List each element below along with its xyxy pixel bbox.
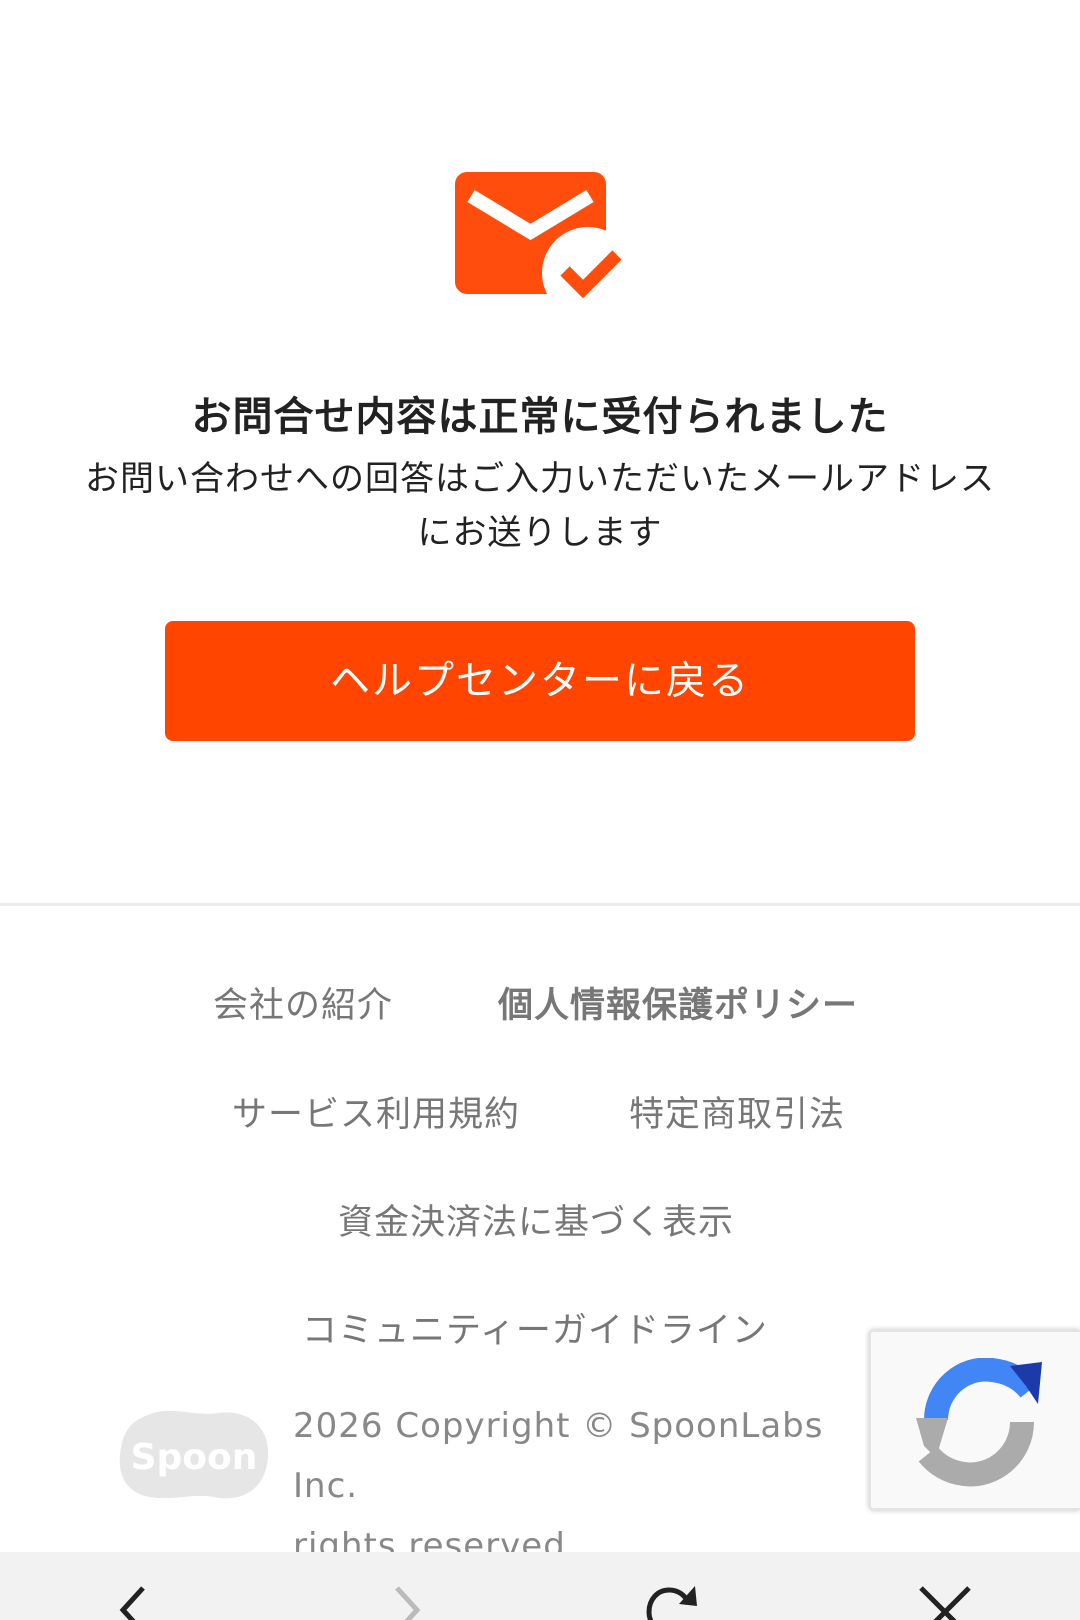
description-line-2: にお送りします [417, 513, 663, 553]
footer-link-terms-of-service[interactable]: サービス利用規約 [232, 1090, 520, 1140]
copyright-text: 2026 Copyright © SpoonLabs Inc. rights r… [293, 1396, 893, 1576]
confirmation-title: お問合せ内容は正常に受付られました [191, 394, 889, 440]
mail-check-icon [455, 172, 630, 314]
spoon-logo-text: Spoon [131, 1437, 258, 1478]
recaptcha-icon [916, 1358, 1042, 1487]
forward-arrow-icon[interactable] [375, 1582, 435, 1620]
footer-link-commercial-transactions[interactable]: 特定商取引法 [629, 1090, 845, 1140]
footer-link-payment-services-act[interactable]: 資金決済法に基づく表示 [338, 1198, 734, 1248]
footer-link-company[interactable]: 会社の紹介 [213, 981, 393, 1031]
footer-link-community-guidelines[interactable]: コミュニティーガイドライン [302, 1306, 768, 1356]
back-to-help-center-button[interactable]: ヘルプセンターに戻る [165, 621, 915, 741]
recaptcha-badge[interactable] [869, 1330, 1080, 1510]
section-divider [0, 903, 1080, 906]
footer-link-privacy-policy[interactable]: 個人情報保護ポリシー [498, 981, 858, 1031]
confirmation-description: お問い合わせへの回答はご入力いただいたメールアドレス にお送りします [60, 452, 1020, 560]
description-line-1: お問い合わせへの回答はご入力いただいたメールアドレス [85, 459, 995, 499]
back-arrow-icon[interactable] [105, 1582, 165, 1620]
browser-toolbar [0, 1552, 1080, 1620]
close-icon[interactable] [915, 1582, 975, 1620]
copyright-line-1: 2026 Copyright © SpoonLabs Inc. [293, 1406, 824, 1506]
spoon-logo: Spoon [118, 1407, 273, 1505]
reload-icon[interactable] [643, 1582, 703, 1620]
